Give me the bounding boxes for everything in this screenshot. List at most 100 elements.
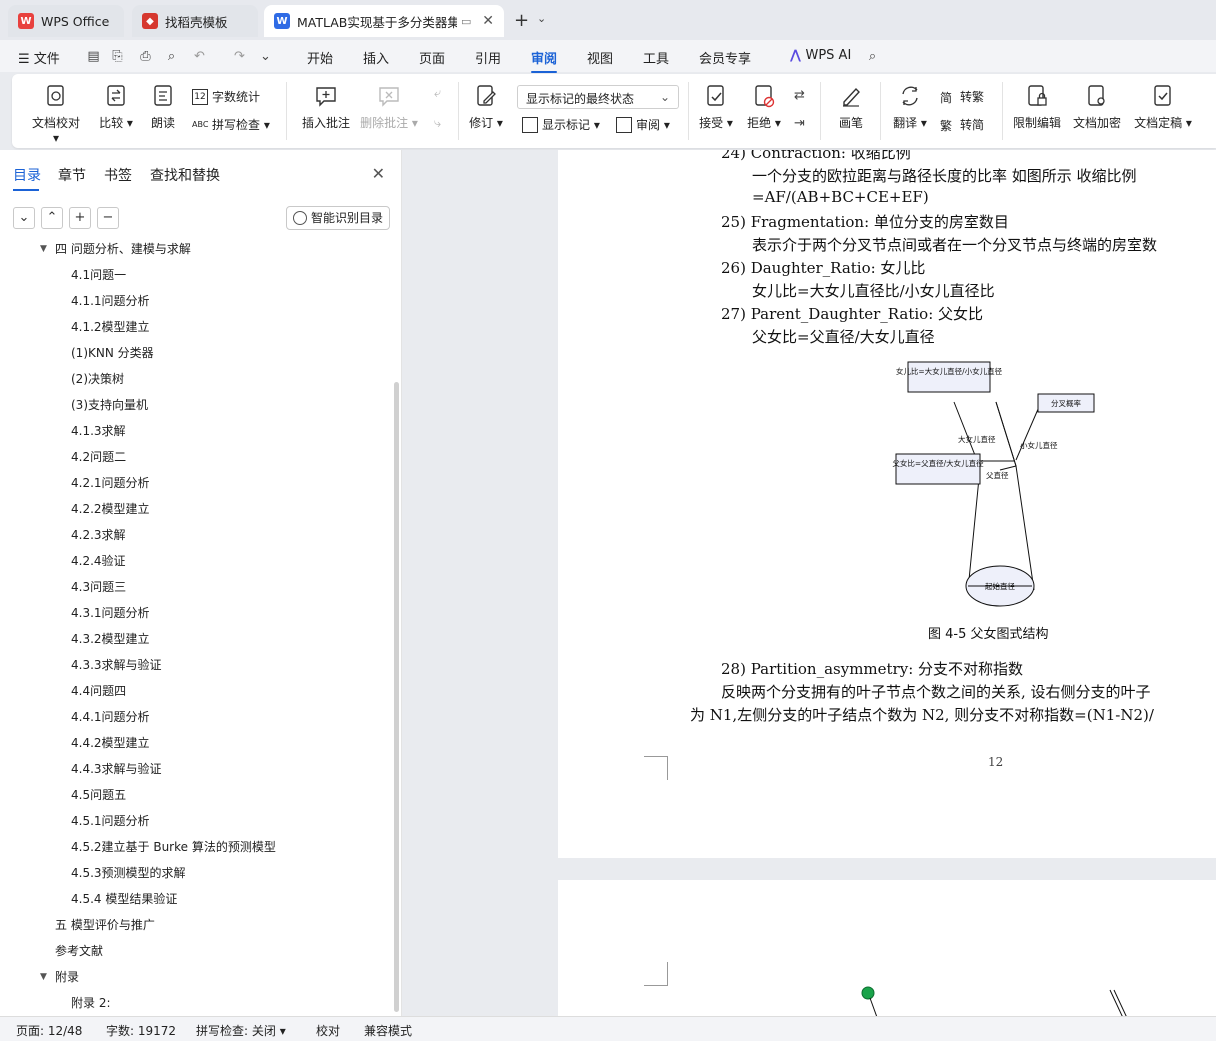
- toc-item[interactable]: (2)决策树: [71, 370, 124, 387]
- markup-state-select[interactable]: 显示标记的最终状态 ⌄: [517, 85, 679, 109]
- toc-item[interactable]: 附录 2:: [71, 994, 111, 1011]
- tab-docer-templates[interactable]: ◆ 找稻壳模板: [132, 5, 258, 37]
- compare-button[interactable]: 比较 ▾: [98, 84, 134, 131]
- print-icon[interactable]: ⎙: [138, 49, 153, 64]
- toc-item[interactable]: 4.5.1问题分析: [71, 812, 150, 829]
- menu-review[interactable]: 审阅: [531, 48, 558, 73]
- add-heading-button[interactable]: +: [69, 207, 91, 229]
- to-simplified-button[interactable]: 繁 转简: [940, 116, 984, 133]
- pen-icon: [843, 87, 860, 107]
- toc-item[interactable]: 4.5.2建立基于 Burke 算法的预测模型: [71, 838, 276, 855]
- menu-insert[interactable]: 插入: [363, 48, 389, 67]
- figure-text: 起始直径: [985, 581, 1015, 591]
- chevron-down-icon[interactable]: ⌄: [258, 49, 273, 64]
- word-count-button[interactable]: 12 字数统计: [192, 88, 260, 105]
- page-number: 12: [988, 755, 1004, 769]
- toc-item[interactable]: 4.4.3求解与验证: [71, 760, 162, 777]
- sidebar-scrollbar[interactable]: [394, 382, 399, 1012]
- toc-item[interactable]: (1)KNN 分类器: [71, 344, 154, 361]
- menu-tools[interactable]: 工具: [643, 48, 669, 67]
- toc-item[interactable]: 4.2.2模型建立: [71, 500, 150, 517]
- translate-button[interactable]: 翻译 ▾: [892, 84, 928, 131]
- chevron-down-icon[interactable]: ⌄: [537, 12, 546, 25]
- toc-item[interactable]: 附录: [55, 968, 79, 985]
- tab-bookmarks[interactable]: 书签: [104, 165, 132, 185]
- doc-check-button[interactable]: 文档校对 ▾: [28, 84, 84, 145]
- toc-item[interactable]: 4.3问题三: [71, 578, 126, 595]
- to-traditional-button[interactable]: 简 转繁: [940, 88, 984, 105]
- page-indicator[interactable]: 页面: 12/48: [16, 1022, 82, 1039]
- toc-item[interactable]: 4.4.2模型建立: [71, 734, 150, 751]
- export-icon[interactable]: ⎘: [110, 49, 125, 64]
- toc-item[interactable]: 参考文献: [55, 942, 103, 959]
- next-comment-icon[interactable]: ⤷: [430, 116, 445, 131]
- revise-button[interactable]: 修订 ▾: [468, 84, 504, 131]
- save-icon[interactable]: ▤: [86, 49, 101, 64]
- close-icon[interactable]: ✕: [372, 164, 385, 183]
- collapse-up-button[interactable]: ⌃: [41, 207, 63, 229]
- new-tab-icon[interactable]: +: [514, 10, 529, 31]
- toc-item[interactable]: (3)支持向量机: [71, 396, 148, 413]
- tab-find-replace[interactable]: 查找和替换: [150, 165, 220, 185]
- menu-page[interactable]: 页面: [419, 48, 445, 67]
- toc-item[interactable]: 4.5问题五: [71, 786, 126, 803]
- remove-heading-button[interactable]: −: [97, 207, 119, 229]
- tab-chapters[interactable]: 章节: [58, 165, 86, 185]
- proofread-indicator[interactable]: 校对: [316, 1022, 340, 1039]
- spell-check-indicator[interactable]: 拼写检查: 关闭 ▾: [196, 1022, 286, 1039]
- word-count-indicator[interactable]: 字数: 19172: [106, 1022, 176, 1039]
- toc-item[interactable]: 4.3.3求解与验证: [71, 656, 162, 673]
- toc-item[interactable]: 4.2问题二: [71, 448, 126, 465]
- close-icon[interactable]: ✕: [482, 13, 494, 29]
- tab-current-document[interactable]: W MATLAB实现基于多分类器集 ▭ ✕: [264, 5, 504, 37]
- doc-encrypt-button[interactable]: 文档加密: [1072, 84, 1122, 131]
- toc-item[interactable]: 四 问题分析、建模与求解: [55, 240, 191, 257]
- caret-down-icon[interactable]: ▼: [40, 972, 47, 982]
- smart-toc-button[interactable]: 智能识别目录: [286, 206, 390, 230]
- tab-toc[interactable]: 目录: [13, 165, 41, 191]
- search-icon[interactable]: ⌕: [865, 49, 880, 64]
- toc-item[interactable]: 4.2.4验证: [71, 552, 126, 569]
- undo-icon[interactable]: ↶: [192, 49, 207, 64]
- to-simplified-label: 转简: [960, 118, 985, 132]
- restrict-edit-button[interactable]: 限制编辑: [1012, 84, 1062, 131]
- toc-item[interactable]: 4.1.3求解: [71, 422, 126, 439]
- redo-icon[interactable]: ↷: [232, 49, 247, 64]
- menu-reference[interactable]: 引用: [475, 48, 501, 67]
- tab-wps-office[interactable]: W WPS Office: [8, 5, 124, 37]
- read-aloud-icon: [154, 85, 172, 106]
- doc-finalize-button[interactable]: 文档定稿 ▾: [1132, 84, 1194, 131]
- show-markup-button[interactable]: 显示标记 ▾: [522, 116, 600, 133]
- toc-item[interactable]: 4.3.1问题分析: [71, 604, 150, 621]
- toc-item[interactable]: 五 模型评价与推广: [55, 916, 155, 933]
- menu-member[interactable]: 会员专享: [699, 48, 751, 67]
- toc-item[interactable]: 4.2.3求解: [71, 526, 126, 543]
- read-aloud-button[interactable]: 朗读: [148, 84, 178, 131]
- toc-item[interactable]: 4.3.2模型建立: [71, 630, 150, 647]
- expand-down-button[interactable]: ⌄: [13, 207, 35, 229]
- caret-down-icon[interactable]: ▼: [40, 244, 47, 254]
- toc-item[interactable]: 4.1.1问题分析: [71, 292, 150, 309]
- menu-view[interactable]: 视图: [587, 48, 613, 67]
- toc-item[interactable]: 4.4.1问题分析: [71, 708, 150, 725]
- toc-item[interactable]: 4.1.2模型建立: [71, 318, 150, 335]
- print-preview-icon[interactable]: ⌕: [164, 49, 179, 64]
- menu-start[interactable]: 开始: [307, 48, 333, 67]
- next-change-icon[interactable]: ⇥: [792, 116, 807, 131]
- pen-button[interactable]: 画笔: [836, 84, 866, 131]
- delete-comment-button[interactable]: 删除批注 ▾: [360, 84, 418, 131]
- review-pane-button[interactable]: 审阅 ▾: [616, 116, 670, 133]
- file-menu[interactable]: ☰ 文件: [18, 48, 60, 67]
- prev-comment-icon[interactable]: ⤶: [430, 86, 445, 101]
- previous-change-icon[interactable]: ⇄: [792, 88, 807, 103]
- toc-item[interactable]: 4.5.3预测模型的求解: [71, 864, 186, 881]
- wps-ai-button[interactable]: ⋀ WPS AI: [790, 48, 851, 63]
- reject-button[interactable]: 拒绝 ▾: [746, 84, 782, 131]
- toc-item[interactable]: 4.4问题四: [71, 682, 126, 699]
- toc-item[interactable]: 4.5.4 模型结果验证: [71, 890, 177, 907]
- toc-item[interactable]: 4.1问题一: [71, 266, 126, 283]
- spell-check-button[interactable]: ABC 拼写检查 ▾: [192, 116, 270, 133]
- toc-item[interactable]: 4.2.1问题分析: [71, 474, 150, 491]
- accept-button[interactable]: 接受 ▾: [698, 84, 734, 131]
- insert-comment-button[interactable]: 插入批注: [298, 84, 354, 131]
